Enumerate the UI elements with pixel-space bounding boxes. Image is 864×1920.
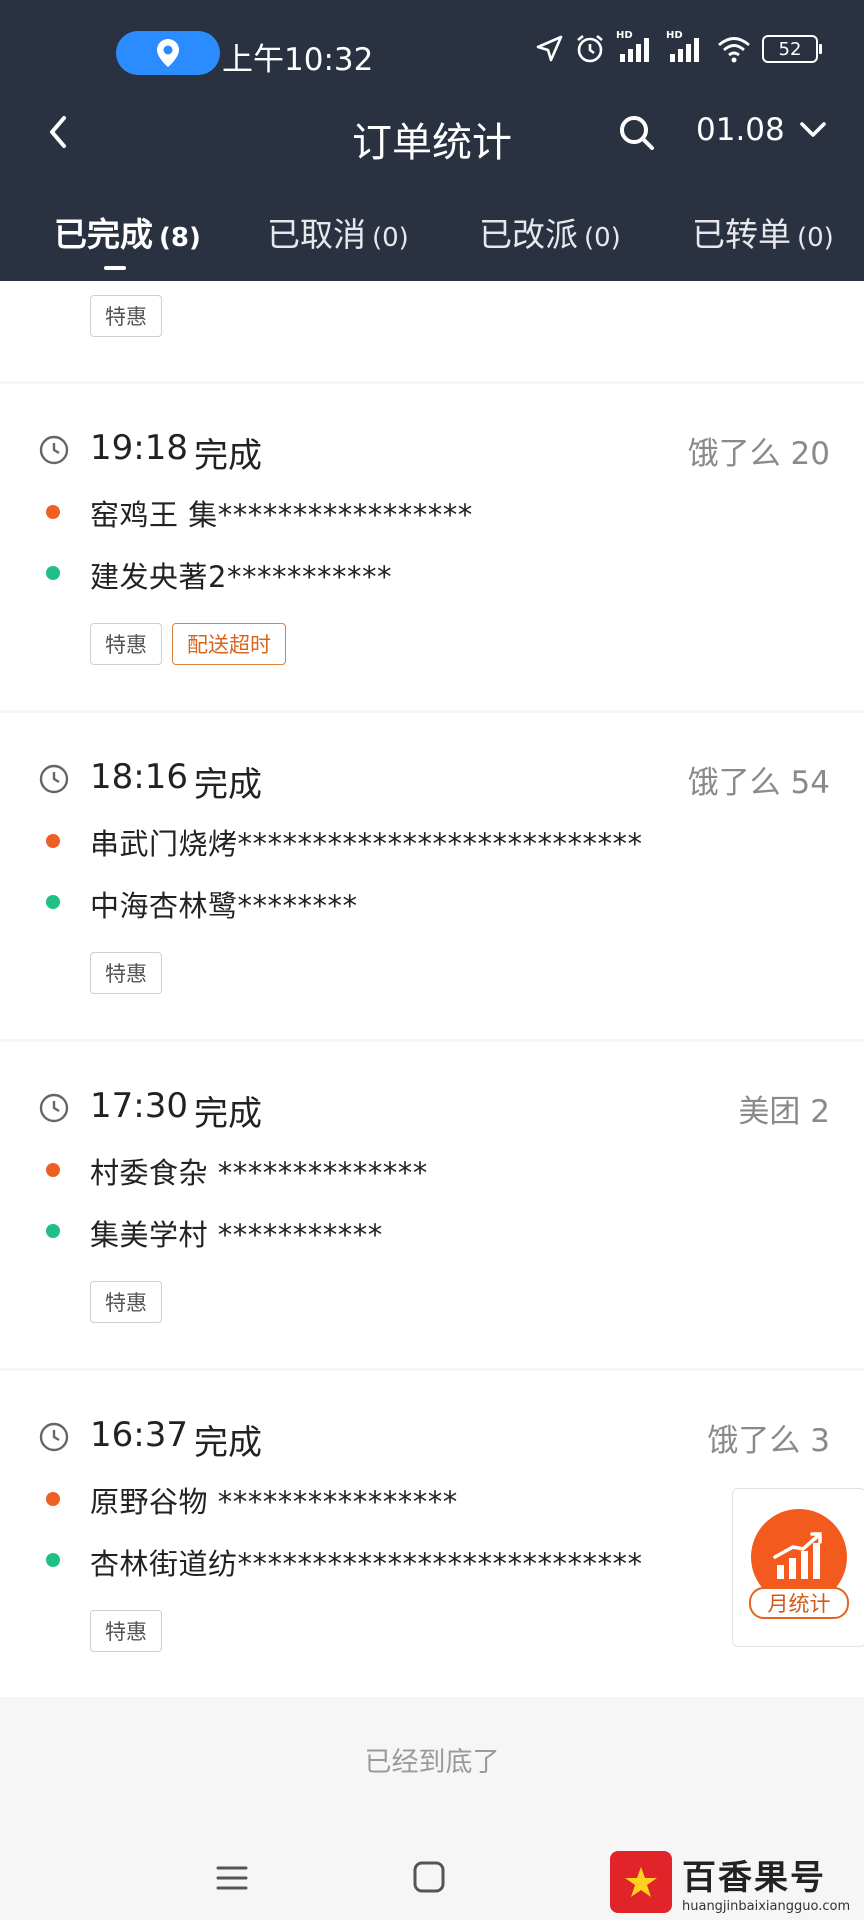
search-button[interactable] bbox=[612, 108, 662, 158]
status-time: 上午10:32 bbox=[222, 42, 374, 78]
tag-discount: 特惠 bbox=[90, 1610, 162, 1652]
monthly-stats-label: 月统计 bbox=[749, 1587, 849, 1619]
order-source: 饿了么 3 bbox=[707, 1423, 830, 1459]
tab-label: 已完成 bbox=[54, 215, 153, 254]
clock-icon bbox=[39, 764, 69, 794]
home-square-icon bbox=[413, 1861, 445, 1893]
wifi-icon bbox=[716, 34, 752, 64]
order-status: 完成 bbox=[194, 436, 262, 476]
tab-count: (0) bbox=[584, 223, 621, 253]
order-status-tabs: 已完成 (8) 已取消 (0) 已改派 (0) 已转单 (0) bbox=[0, 200, 864, 281]
watermark-logo bbox=[610, 1851, 672, 1913]
order-status: 完成 bbox=[194, 1094, 262, 1134]
tab-label: 已转单 bbox=[692, 215, 791, 254]
order-card[interactable]: 19:18 完成 饿了么 20 窑鸡王 集***************** 建… bbox=[0, 384, 864, 710]
pickup-address: 村委食杂 ************** bbox=[90, 1156, 428, 1190]
date-selector[interactable]: 01.08 bbox=[696, 112, 827, 148]
order-time: 19:18 bbox=[90, 428, 188, 468]
order-card[interactable]: 18:16 完成 饿了么 54 串武门烧烤*******************… bbox=[0, 713, 864, 1039]
dropoff-address: 杏林街道纺*************************** bbox=[90, 1547, 643, 1581]
order-time: 18:16 bbox=[90, 757, 188, 797]
clock-icon bbox=[39, 1422, 69, 1452]
tag-discount: 特惠 bbox=[90, 952, 162, 994]
bar-chart-trend-icon bbox=[773, 1532, 822, 1579]
dropoff-address: 中海杏林鹭******** bbox=[90, 889, 358, 923]
tab-count: (0) bbox=[797, 223, 834, 253]
order-status: 完成 bbox=[194, 765, 262, 805]
order-time: 17:30 bbox=[90, 1086, 188, 1126]
search-icon bbox=[620, 116, 654, 150]
order-card[interactable]: 17:30 完成 美团 2 村委食杂 ************** 集美学村 *… bbox=[0, 1042, 864, 1368]
pickup-dot bbox=[46, 505, 60, 519]
order-time: 16:37 bbox=[90, 1415, 188, 1455]
order-status: 完成 bbox=[194, 1423, 262, 1463]
menu-icon bbox=[216, 1866, 248, 1890]
monthly-stats-button[interactable]: 月统计 bbox=[732, 1488, 864, 1647]
star-logo-icon bbox=[625, 1867, 657, 1897]
location-pill[interactable] bbox=[116, 31, 220, 75]
order-source: 饿了么 20 bbox=[687, 436, 830, 472]
tab-cancelled[interactable]: 已取消 (0) bbox=[267, 208, 409, 256]
nav-bar: 订单统计 01.08 bbox=[0, 100, 864, 166]
tab-reassigned[interactable]: 已改派 (0) bbox=[479, 208, 621, 256]
tag-discount: 特惠 bbox=[90, 623, 162, 665]
tab-completed[interactable]: 已完成 (8) bbox=[54, 208, 201, 256]
home-button[interactable] bbox=[410, 1858, 448, 1896]
date-value: 01.08 bbox=[696, 112, 785, 148]
watermark-url: huangjinbaixiangguo.com bbox=[682, 1899, 851, 1914]
dropoff-address: 集美学村 *********** bbox=[90, 1218, 383, 1252]
chevron-down-icon bbox=[799, 122, 826, 137]
battery-indicator: 52 bbox=[762, 35, 822, 63]
order-source: 美团 2 bbox=[738, 1094, 830, 1130]
signal-icon-1: HD bbox=[616, 30, 656, 64]
menu-button[interactable] bbox=[214, 1860, 250, 1896]
dropoff-dot bbox=[46, 1553, 60, 1567]
clock-icon bbox=[39, 435, 69, 465]
end-of-list-note: 已经到底了 bbox=[364, 1747, 500, 1778]
signal-icon-2: HD bbox=[666, 30, 706, 64]
pickup-dot bbox=[46, 1492, 60, 1506]
tab-count: (0) bbox=[372, 223, 409, 253]
pickup-dot bbox=[46, 834, 60, 848]
watermark-title: 百香果号 bbox=[682, 1858, 826, 1898]
dropoff-address: 建发央著2*********** bbox=[90, 560, 392, 594]
pickup-address: 串武门烧烤*************************** bbox=[90, 827, 643, 861]
tab-label: 已取消 bbox=[267, 215, 366, 254]
tab-transferred[interactable]: 已转单 (0) bbox=[692, 208, 834, 256]
order-card[interactable]: 特惠 bbox=[0, 281, 864, 381]
tag-delivery-overtime: 配送超时 bbox=[172, 623, 286, 665]
order-source: 饿了么 54 bbox=[687, 765, 830, 801]
dropoff-dot bbox=[46, 895, 60, 909]
tag-discount: 特惠 bbox=[90, 1281, 162, 1323]
active-tab-indicator bbox=[104, 266, 126, 270]
watermark: 百香果号 huangjinbaixiangguo.com bbox=[610, 1848, 860, 1916]
pickup-address: 窑鸡王 集***************** bbox=[90, 498, 473, 532]
tab-label: 已改派 bbox=[479, 215, 578, 254]
dropoff-dot bbox=[46, 566, 60, 580]
tab-count: (8) bbox=[159, 223, 201, 253]
app-header: 上午10:32 HD HD 52 订单统计 01.08 已完成 (8) 已取消 … bbox=[0, 0, 864, 281]
location-pin-icon bbox=[157, 39, 179, 67]
clock-icon bbox=[39, 1093, 69, 1123]
tag-discount: 特惠 bbox=[90, 295, 162, 337]
signal-hd-label-1: HD bbox=[616, 30, 633, 41]
signal-hd-label-2: HD bbox=[666, 30, 683, 41]
pickup-dot bbox=[46, 1163, 60, 1177]
dropoff-dot bbox=[46, 1224, 60, 1238]
navigation-arrow-icon bbox=[534, 34, 564, 64]
alarm-icon bbox=[574, 33, 606, 65]
pickup-address: 原野谷物 **************** bbox=[90, 1485, 458, 1519]
status-bar: 上午10:32 HD HD 52 bbox=[0, 0, 864, 100]
